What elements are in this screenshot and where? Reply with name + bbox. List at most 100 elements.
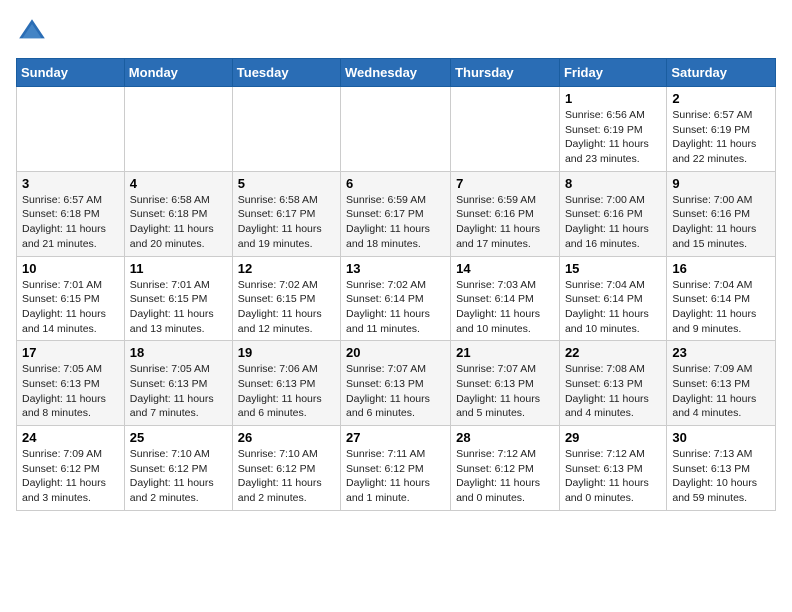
week-row-2: 10 Sunrise: 7:01 AM Sunset: 6:15 PM Dayli… <box>17 256 776 341</box>
day-info: Sunrise: 7:10 AM Sunset: 6:12 PM Dayligh… <box>238 447 335 506</box>
header-sunday: Sunday <box>17 59 125 87</box>
day-info: Sunrise: 7:05 AM Sunset: 6:13 PM Dayligh… <box>22 362 119 421</box>
day-number: 29 <box>565 430 661 445</box>
calendar-cell: 22 Sunrise: 7:08 AM Sunset: 6:13 PM Dayli… <box>559 341 666 426</box>
day-number: 20 <box>346 345 445 360</box>
day-number: 22 <box>565 345 661 360</box>
header-friday: Friday <box>559 59 666 87</box>
day-info: Sunrise: 7:07 AM Sunset: 6:13 PM Dayligh… <box>456 362 554 421</box>
day-info: Sunrise: 7:10 AM Sunset: 6:12 PM Dayligh… <box>130 447 227 506</box>
calendar-cell: 26 Sunrise: 7:10 AM Sunset: 6:12 PM Dayli… <box>232 426 340 511</box>
calendar-cell: 2Sunrise: 6:57 AM Sunset: 6:19 PM Daylig… <box>667 87 776 172</box>
day-info: Sunrise: 7:08 AM Sunset: 6:13 PM Dayligh… <box>565 362 661 421</box>
day-number: 13 <box>346 261 445 276</box>
logo-icon <box>16 16 48 48</box>
week-row-0: 1Sunrise: 6:56 AM Sunset: 6:19 PM Daylig… <box>17 87 776 172</box>
day-number: 5 <box>238 176 335 191</box>
day-number: 7 <box>456 176 554 191</box>
day-number: 30 <box>672 430 770 445</box>
day-number: 23 <box>672 345 770 360</box>
day-number: 19 <box>238 345 335 360</box>
day-number: 8 <box>565 176 661 191</box>
calendar-cell: 16 Sunrise: 7:04 AM Sunset: 6:14 PM Dayli… <box>667 256 776 341</box>
day-number: 12 <box>238 261 335 276</box>
header-tuesday: Tuesday <box>232 59 340 87</box>
calendar-cell: 8 Sunrise: 7:00 AM Sunset: 6:16 PM Daylig… <box>559 171 666 256</box>
day-number: 21 <box>456 345 554 360</box>
calendar-cell: 13 Sunrise: 7:02 AM Sunset: 6:14 PM Dayli… <box>341 256 451 341</box>
calendar-table: SundayMondayTuesdayWednesdayThursdayFrid… <box>16 58 776 511</box>
calendar-cell: 14 Sunrise: 7:03 AM Sunset: 6:14 PM Dayli… <box>451 256 560 341</box>
day-info: Sunrise: 7:01 AM Sunset: 6:15 PM Dayligh… <box>22 278 119 337</box>
day-info: Sunrise: 6:57 AM Sunset: 6:19 PM Dayligh… <box>672 108 770 167</box>
day-number: 4 <box>130 176 227 191</box>
calendar-cell: 1Sunrise: 6:56 AM Sunset: 6:19 PM Daylig… <box>559 87 666 172</box>
header <box>16 16 776 48</box>
calendar-cell <box>451 87 560 172</box>
day-info: Sunrise: 7:05 AM Sunset: 6:13 PM Dayligh… <box>130 362 227 421</box>
day-number: 15 <box>565 261 661 276</box>
day-number: 3 <box>22 176 119 191</box>
calendar-cell: 23 Sunrise: 7:09 AM Sunset: 6:13 PM Dayli… <box>667 341 776 426</box>
day-info: Sunrise: 7:13 AM Sunset: 6:13 PM Dayligh… <box>672 447 770 506</box>
day-info: Sunrise: 7:04 AM Sunset: 6:14 PM Dayligh… <box>565 278 661 337</box>
calendar-cell: 9 Sunrise: 7:00 AM Sunset: 6:16 PM Daylig… <box>667 171 776 256</box>
day-info: Sunrise: 7:12 AM Sunset: 6:12 PM Dayligh… <box>456 447 554 506</box>
week-row-1: 3 Sunrise: 6:57 AM Sunset: 6:18 PM Daylig… <box>17 171 776 256</box>
calendar-cell: 5 Sunrise: 6:58 AM Sunset: 6:17 PM Daylig… <box>232 171 340 256</box>
calendar-cell: 20 Sunrise: 7:07 AM Sunset: 6:13 PM Dayli… <box>341 341 451 426</box>
calendar-cell: 7Sunrise: 6:59 AM Sunset: 6:16 PM Daylig… <box>451 171 560 256</box>
day-info: Sunrise: 6:59 AM Sunset: 6:17 PM Dayligh… <box>346 193 445 252</box>
calendar-cell: 27 Sunrise: 7:11 AM Sunset: 6:12 PM Dayli… <box>341 426 451 511</box>
header-thursday: Thursday <box>451 59 560 87</box>
calendar-cell: 18Sunrise: 7:05 AM Sunset: 6:13 PM Dayli… <box>124 341 232 426</box>
calendar-cell: 30 Sunrise: 7:13 AM Sunset: 6:13 PM Dayli… <box>667 426 776 511</box>
calendar-cell: 11 Sunrise: 7:01 AM Sunset: 6:15 PM Dayli… <box>124 256 232 341</box>
logo <box>16 16 52 48</box>
day-number: 6 <box>346 176 445 191</box>
day-number: 28 <box>456 430 554 445</box>
day-info: Sunrise: 7:07 AM Sunset: 6:13 PM Dayligh… <box>346 362 445 421</box>
day-number: 25 <box>130 430 227 445</box>
day-number: 9 <box>672 176 770 191</box>
header-wednesday: Wednesday <box>341 59 451 87</box>
day-info: Sunrise: 6:57 AM Sunset: 6:18 PM Dayligh… <box>22 193 119 252</box>
day-number: 26 <box>238 430 335 445</box>
day-number: 10 <box>22 261 119 276</box>
calendar-cell <box>232 87 340 172</box>
calendar-cell: 6 Sunrise: 6:59 AM Sunset: 6:17 PM Daylig… <box>341 171 451 256</box>
calendar-cell: 3 Sunrise: 6:57 AM Sunset: 6:18 PM Daylig… <box>17 171 125 256</box>
calendar-cell: 29 Sunrise: 7:12 AM Sunset: 6:13 PM Dayli… <box>559 426 666 511</box>
calendar-cell: 28 Sunrise: 7:12 AM Sunset: 6:12 PM Dayli… <box>451 426 560 511</box>
calendar-cell: 17Sunrise: 7:05 AM Sunset: 6:13 PM Dayli… <box>17 341 125 426</box>
calendar-cell: 10 Sunrise: 7:01 AM Sunset: 6:15 PM Dayli… <box>17 256 125 341</box>
day-number: 16 <box>672 261 770 276</box>
day-info: Sunrise: 7:00 AM Sunset: 6:16 PM Dayligh… <box>672 193 770 252</box>
calendar-cell: 21 Sunrise: 7:07 AM Sunset: 6:13 PM Dayli… <box>451 341 560 426</box>
day-info: Sunrise: 6:58 AM Sunset: 6:17 PM Dayligh… <box>238 193 335 252</box>
day-info: Sunrise: 7:06 AM Sunset: 6:13 PM Dayligh… <box>238 362 335 421</box>
day-number: 27 <box>346 430 445 445</box>
day-number: 14 <box>456 261 554 276</box>
day-info: Sunrise: 7:02 AM Sunset: 6:14 PM Dayligh… <box>346 278 445 337</box>
calendar-cell <box>124 87 232 172</box>
day-number: 1 <box>565 91 661 106</box>
day-number: 11 <box>130 261 227 276</box>
day-info: Sunrise: 7:09 AM Sunset: 6:12 PM Dayligh… <box>22 447 119 506</box>
calendar-cell: 24Sunrise: 7:09 AM Sunset: 6:12 PM Dayli… <box>17 426 125 511</box>
day-info: Sunrise: 7:00 AM Sunset: 6:16 PM Dayligh… <box>565 193 661 252</box>
day-info: Sunrise: 7:12 AM Sunset: 6:13 PM Dayligh… <box>565 447 661 506</box>
day-info: Sunrise: 7:09 AM Sunset: 6:13 PM Dayligh… <box>672 362 770 421</box>
week-row-4: 24Sunrise: 7:09 AM Sunset: 6:12 PM Dayli… <box>17 426 776 511</box>
week-row-3: 17Sunrise: 7:05 AM Sunset: 6:13 PM Dayli… <box>17 341 776 426</box>
day-info: Sunrise: 7:11 AM Sunset: 6:12 PM Dayligh… <box>346 447 445 506</box>
day-info: Sunrise: 7:01 AM Sunset: 6:15 PM Dayligh… <box>130 278 227 337</box>
calendar-cell: 12 Sunrise: 7:02 AM Sunset: 6:15 PM Dayli… <box>232 256 340 341</box>
day-info: Sunrise: 7:03 AM Sunset: 6:14 PM Dayligh… <box>456 278 554 337</box>
day-info: Sunrise: 7:04 AM Sunset: 6:14 PM Dayligh… <box>672 278 770 337</box>
header-monday: Monday <box>124 59 232 87</box>
day-info: Sunrise: 7:02 AM Sunset: 6:15 PM Dayligh… <box>238 278 335 337</box>
header-saturday: Saturday <box>667 59 776 87</box>
calendar-cell: 19 Sunrise: 7:06 AM Sunset: 6:13 PM Dayli… <box>232 341 340 426</box>
calendar-cell <box>341 87 451 172</box>
